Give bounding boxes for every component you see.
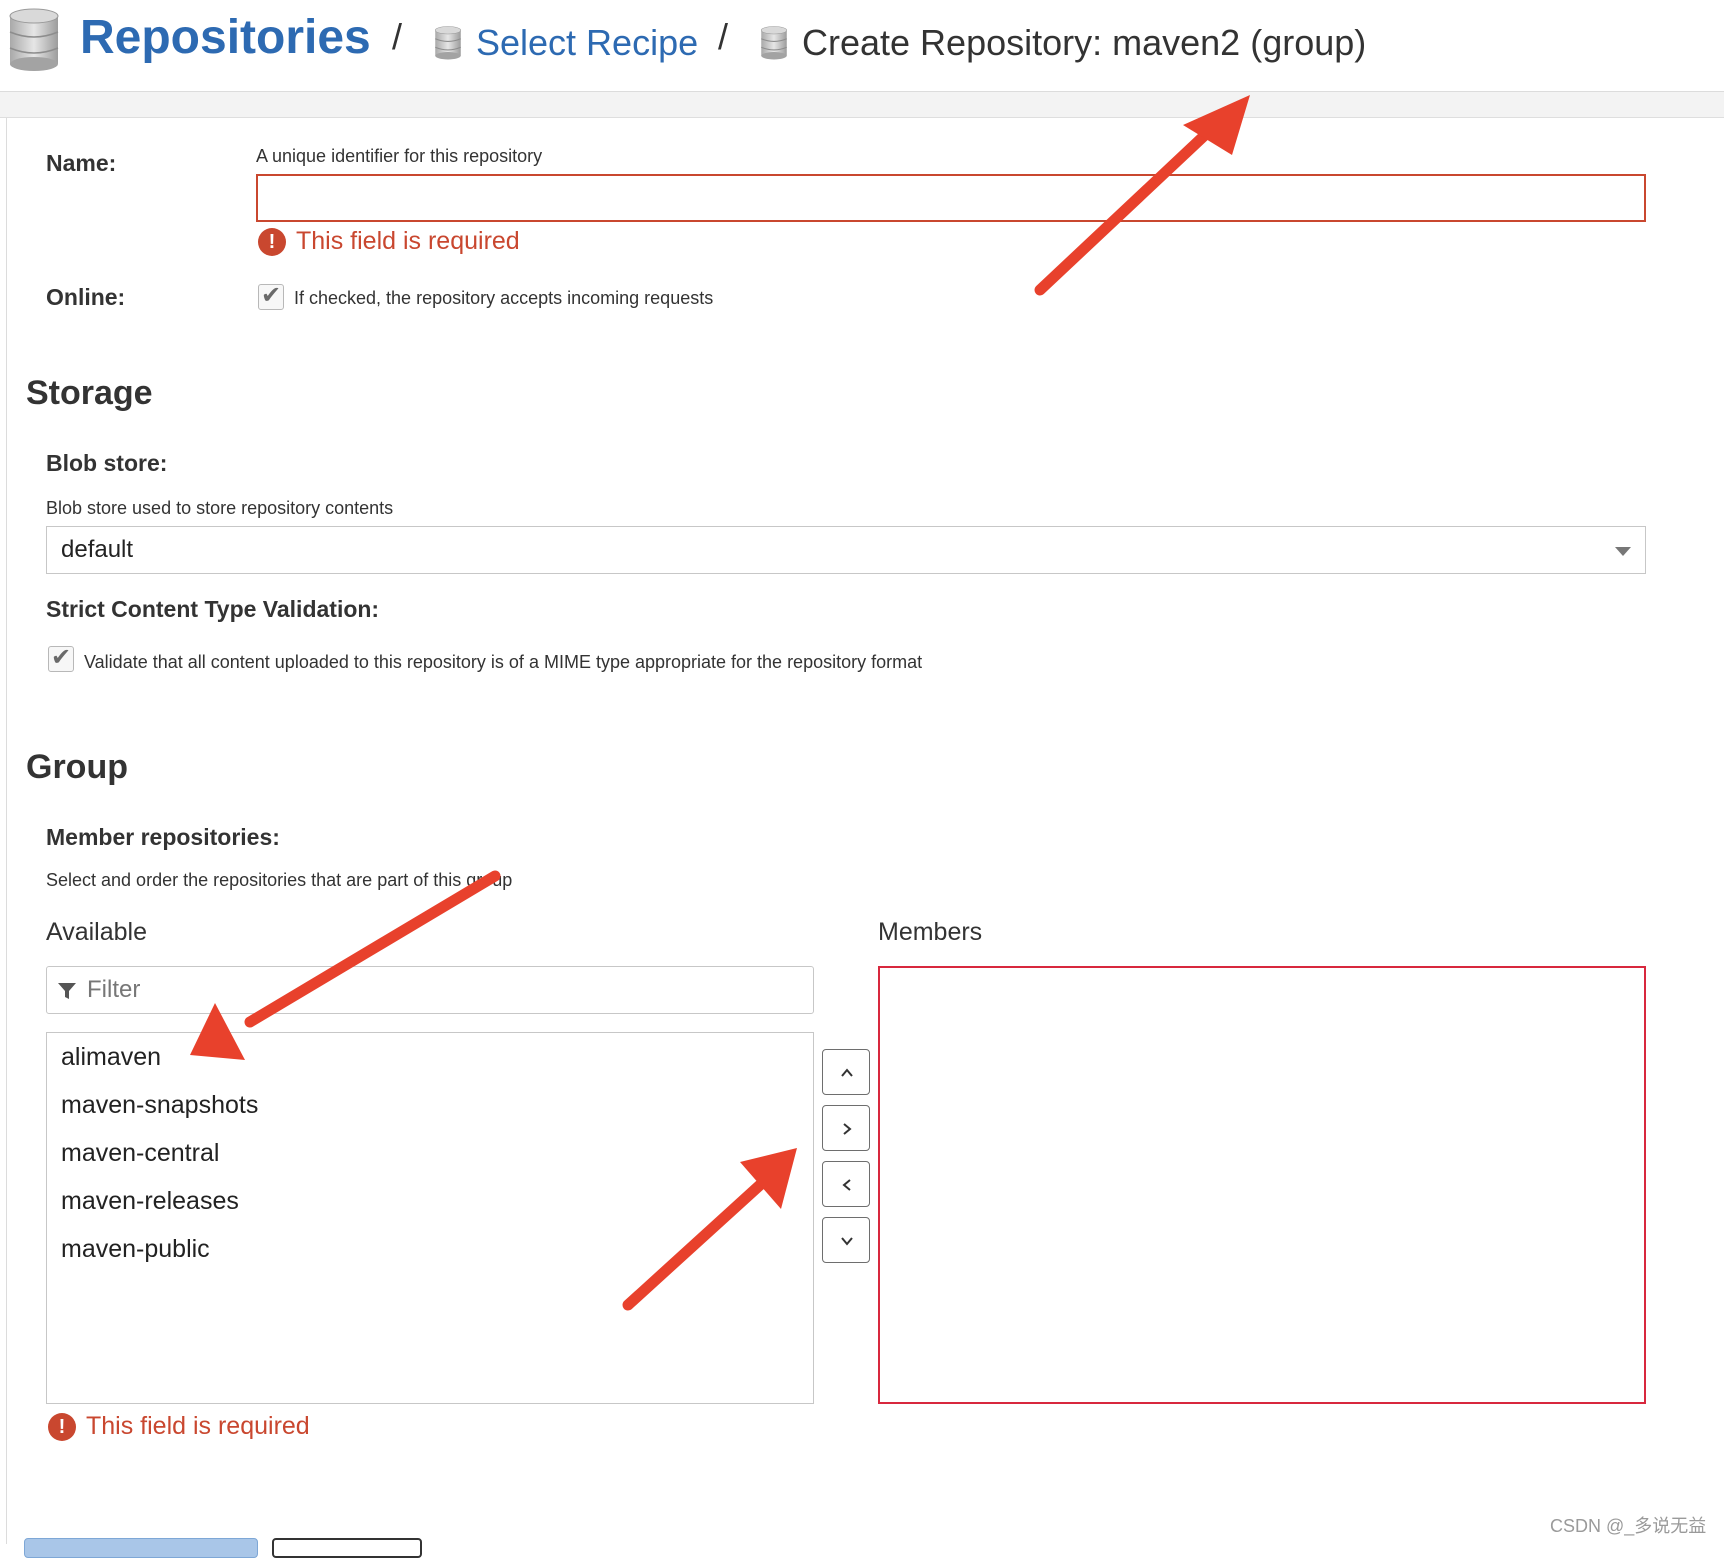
blob-store-label: Blob store: bbox=[46, 450, 168, 476]
available-filter[interactable] bbox=[46, 966, 814, 1014]
database-icon bbox=[9, 8, 59, 71]
member-repositories-label: Member repositories: bbox=[46, 824, 280, 850]
add-member-button[interactable] bbox=[822, 1105, 870, 1151]
move-down-button[interactable] bbox=[822, 1217, 870, 1263]
list-item-alimaven[interactable]: alimaven bbox=[61, 1043, 161, 1072]
blob-store-help-text: Blob store used to store repository cont… bbox=[46, 498, 394, 518]
breadcrumb-bar: Repositories / Select Recipe / Create Re… bbox=[0, 0, 1724, 92]
available-column-title: Available bbox=[46, 918, 148, 946]
name-help-text: A unique identifier for this repository bbox=[256, 146, 543, 166]
chevron-up-icon bbox=[841, 1068, 853, 1077]
available-list[interactable]: alimaven maven-snapshots maven-central m… bbox=[46, 1032, 814, 1404]
move-up-button[interactable] bbox=[822, 1049, 870, 1095]
create-repository-button[interactable] bbox=[24, 1538, 258, 1558]
online-checkbox[interactable]: ✔ bbox=[258, 284, 284, 310]
chevron-right-icon bbox=[843, 1123, 852, 1135]
members-column-title: Members bbox=[878, 918, 983, 946]
watermark: CSDN @_多说无益 bbox=[1550, 1516, 1707, 1536]
name-label: Name: bbox=[46, 150, 117, 176]
blob-store-selected-value: default bbox=[61, 536, 134, 563]
filter-input[interactable] bbox=[85, 973, 805, 1007]
filter-icon bbox=[58, 983, 76, 999]
name-error-message: This field is required bbox=[296, 227, 520, 255]
members-list[interactable] bbox=[878, 966, 1646, 1404]
error-icon: ! bbox=[258, 228, 286, 256]
caret-down-icon[interactable] bbox=[1615, 547, 1631, 556]
database-icon bbox=[434, 26, 462, 60]
cancel-button[interactable] bbox=[272, 1538, 422, 1558]
online-help-text: If checked, the repository accepts incom… bbox=[294, 288, 714, 308]
remove-member-button[interactable] bbox=[822, 1161, 870, 1207]
list-item-maven-public[interactable]: maven-public bbox=[61, 1235, 210, 1264]
members-error-message: This field is required bbox=[86, 1412, 310, 1440]
list-item-maven-snapshots[interactable]: maven-snapshots bbox=[61, 1091, 258, 1120]
chevron-down-icon bbox=[841, 1237, 853, 1246]
breadcrumb-separator: / bbox=[392, 16, 403, 57]
online-label: Online: bbox=[46, 284, 126, 310]
list-item-maven-central[interactable]: maven-central bbox=[61, 1139, 219, 1168]
group-section-title: Group bbox=[26, 748, 128, 786]
strict-validation-checkbox[interactable]: ✔ bbox=[48, 646, 74, 672]
strict-validation-label: Strict Content Type Validation: bbox=[46, 596, 380, 622]
database-icon bbox=[760, 26, 788, 60]
chevron-left-icon bbox=[842, 1179, 851, 1191]
member-repositories-help-text: Select and order the repositories that a… bbox=[46, 870, 513, 890]
breadcrumb-separator: / bbox=[718, 16, 729, 57]
storage-section-title: Storage bbox=[26, 374, 153, 412]
breadcrumb-link-select-recipe[interactable]: Select Recipe bbox=[476, 22, 698, 64]
breadcrumb-root-repositories[interactable]: Repositories bbox=[80, 10, 371, 65]
header-divider bbox=[0, 92, 1724, 118]
breadcrumb-current: Create Repository: maven2 (group) bbox=[802, 22, 1367, 63]
name-input[interactable] bbox=[256, 174, 1646, 222]
list-item-maven-releases[interactable]: maven-releases bbox=[61, 1187, 239, 1216]
blob-store-select[interactable]: default bbox=[46, 526, 1646, 574]
error-icon: ! bbox=[48, 1413, 76, 1441]
strict-validation-help-text: Validate that all content uploaded to th… bbox=[84, 652, 923, 672]
